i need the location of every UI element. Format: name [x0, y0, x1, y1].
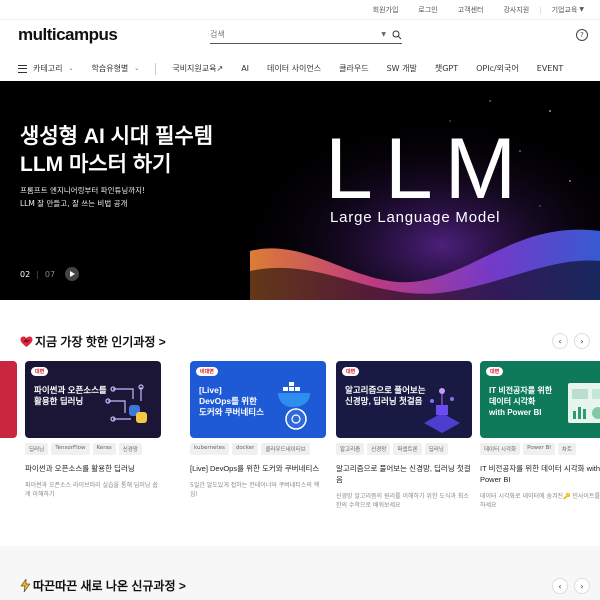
nav-category[interactable]: 카테고리 ⌄: [18, 63, 73, 74]
nav-learning-type[interactable]: 학습유형별 ⌄: [91, 63, 139, 74]
thumbnail-text: 파이썬과 오픈소스를 활용한 딥러닝: [34, 385, 107, 406]
delivery-badge: 대면: [31, 367, 49, 376]
heart-icon: [20, 336, 33, 347]
thumbnail-text: 알고리즘으로 풀어보는 신경망, 딥러닝 첫걸음: [345, 385, 426, 406]
nav-event[interactable]: EVENT: [537, 64, 563, 73]
customer-center-link[interactable]: 고객센터: [448, 5, 494, 15]
menu-icon: [18, 64, 27, 73]
course-thumbnail[interactable]: 대면 파이썬과 오픈소스를 활용한 딥러닝: [25, 361, 161, 438]
course-title[interactable]: [Live] DevOps를 위한 도커와 쿠버네티스: [190, 463, 326, 474]
nav-sw-dev[interactable]: SW 개발: [387, 63, 417, 74]
play-button[interactable]: [65, 267, 80, 281]
play-icon: [70, 271, 76, 277]
signup-link[interactable]: 회원가입: [363, 5, 409, 15]
course-title[interactable]: IT 비전공자를 위한 데이터 시각화 with Power BI: [480, 463, 600, 485]
logo[interactable]: multicampus: [18, 25, 118, 45]
next-arrow-button[interactable]: ›: [574, 578, 590, 594]
tag-list: 알고리즘 신경망 퍼셉트론 딥러닝: [336, 443, 472, 455]
nav-government-support[interactable]: 국비지원교육↗: [172, 63, 223, 74]
nav-chatgpt[interactable]: 챗GPT: [435, 63, 458, 74]
search-box: ▼: [210, 26, 402, 44]
lightning-icon: [20, 579, 31, 592]
delivery-badge: 대면: [342, 367, 360, 376]
hero-title: 생성형 AI 시대 필수템 LLM 마스터 하기: [20, 125, 214, 176]
course-description: 5일간 알도있게 접하는 컨테이너와 쿠버네티스의 핵심!: [190, 482, 320, 498]
caret-down-icon[interactable]: ▼: [381, 31, 386, 38]
header: multicampus ▼ ?: [0, 20, 600, 50]
course-thumbnail[interactable]: 대면 알고리즘으로 풀어보는 신경망, 딥러닝 첫걸음: [336, 361, 472, 438]
tag[interactable]: 딥러닝: [25, 443, 49, 455]
course-card[interactable]: 대면 파이썬과 오픈소스를 활용한 딥러닝 딥러닝 TensorFlow Ker…: [25, 361, 161, 499]
course-description: 신경망 알고리즘의 원리를 이해하기 위한 도식과 최소한의 수학으로 배워보세…: [336, 493, 469, 509]
docker-kubernetes-icon: [278, 382, 310, 430]
login-link[interactable]: 로그인: [408, 5, 447, 15]
tag[interactable]: Power BI: [523, 443, 555, 455]
tag[interactable]: docker: [231, 443, 259, 455]
course-thumbnail[interactable]: 비대면 [Live] DevOps를 위한 도커와 쿠버네티스: [190, 361, 326, 438]
popular-section-title[interactable]: 지금 가장 핫한 인기과정 >: [20, 333, 166, 350]
hero-subtitle: 프롬프트 엔지니어링부터 파인튜닝까지! LLM 잘 만들고, 잘 쓰는 비법 …: [20, 186, 146, 208]
tag[interactable]: 클라우드네이티브: [261, 443, 310, 455]
course-title[interactable]: 알고리즘으로 풀어보는 신경망, 딥러닝 첫걸음: [336, 463, 472, 485]
course-description: 파이썬과 오픈소스 라이브러리 실습을 통해 딥러닝 쉽게 이해하기: [25, 482, 158, 498]
pager-current: 02: [20, 269, 31, 279]
tag[interactable]: 알고리즘: [336, 443, 365, 455]
hero-pager: 02 | 07: [20, 267, 80, 281]
instructor-link[interactable]: 강사지원: [493, 5, 539, 15]
nav-cloud[interactable]: 클라우드: [339, 63, 368, 74]
tag[interactable]: kubernetes: [190, 443, 229, 455]
utility-bar: 회원가입 로그인 고객센터 강사지원 | 기업교육 ▼: [0, 0, 600, 20]
course-card[interactable]: 비대면 [Live] DevOps를 위한 도커와 쿠버네티스 kubernet…: [190, 361, 326, 499]
tag[interactable]: Keras: [92, 443, 116, 455]
tag[interactable]: 퍼셉트론: [393, 443, 422, 455]
popular-course-list: 대면 파이썬과 오픈소스를 활용한 딥러닝 딥러닝 TensorFlow Ker…: [20, 361, 600, 511]
nav-data-science[interactable]: 데이터 사이언스: [267, 63, 321, 74]
new-section-title[interactable]: 따끈따끈 새로 나온 신규과정 >: [20, 577, 186, 594]
popular-carousel-controls: ‹ ›: [552, 333, 590, 349]
tag-list: 딥러닝 TensorFlow Keras 신경망: [25, 443, 161, 455]
prev-arrow-button[interactable]: ‹: [552, 578, 568, 594]
course-card[interactable]: 대면 IT 비전공자를 위한 데이터 시각화 with Power BI 데이터…: [480, 361, 600, 510]
chevron-down-icon: ▼: [579, 6, 584, 13]
chevron-down-icon: ⌄: [68, 65, 74, 72]
search-icon[interactable]: [392, 30, 402, 40]
thumbnail-text: IT 비전공자를 위한 데이터 시각화 with Power BI: [489, 386, 553, 417]
help-icon[interactable]: ?: [576, 29, 588, 41]
hero-art-title: LLM: [325, 121, 529, 217]
nav-ai[interactable]: AI: [241, 64, 249, 73]
nav-divider: [155, 62, 157, 75]
python-circuit-icon: [105, 384, 147, 423]
course-thumbnail[interactable]: 대면 IT 비전공자를 위한 데이터 시각화 with Power BI: [480, 361, 600, 438]
prev-arrow-button[interactable]: ‹: [552, 333, 568, 349]
tag-list: kubernetes docker 클라우드네이티브: [190, 443, 326, 455]
pager-separator: |: [36, 269, 39, 279]
tag[interactable]: 딥러닝: [424, 443, 448, 455]
delivery-badge: 대면: [486, 367, 504, 376]
corp-education-link[interactable]: 기업교육 ▼: [542, 5, 584, 15]
tag[interactable]: 차트: [557, 443, 577, 455]
delivery-badge: 비대면: [196, 367, 218, 376]
partial-card-thumbnail[interactable]: [0, 361, 17, 438]
course-card[interactable]: 대면 알고리즘으로 풀어보는 신경망, 딥러닝 첫걸음 알고리즘 신경망 퍼셉트…: [336, 361, 472, 510]
next-arrow-button[interactable]: ›: [574, 333, 590, 349]
search-input[interactable]: [210, 30, 382, 39]
dashboard-icon: [568, 383, 600, 423]
tag[interactable]: TensorFlow: [51, 443, 90, 455]
course-title[interactable]: 파이썬과 오픈소스를 활용한 딥러닝: [25, 463, 161, 474]
nav-opic[interactable]: OPIc/외국어: [476, 63, 519, 74]
thumbnail-text: [Live] DevOps를 위한 도커와 쿠버네티스: [199, 385, 264, 417]
new-carousel-controls: ‹ ›: [552, 578, 590, 594]
chevron-down-icon: ⌄: [134, 65, 140, 72]
tag[interactable]: 신경망: [367, 443, 391, 455]
tag[interactable]: 신경망: [118, 443, 142, 455]
pager-total: 07: [44, 269, 56, 279]
hero-art-subtitle: Large Language Model: [330, 209, 501, 226]
course-description: 데이터 시각화로 데이터에 숨겨진🔑 인사이트를 확인하세요: [480, 493, 600, 509]
tag[interactable]: 데이터 시각화: [480, 443, 521, 455]
tag-list: 데이터 시각화 Power BI 차트: [480, 443, 600, 455]
hero-banner[interactable]: 생성형 AI 시대 필수템 LLM 마스터 하기 프롬프트 엔지니어링부터 파인…: [0, 81, 600, 300]
neural-network-icon: [424, 388, 460, 433]
